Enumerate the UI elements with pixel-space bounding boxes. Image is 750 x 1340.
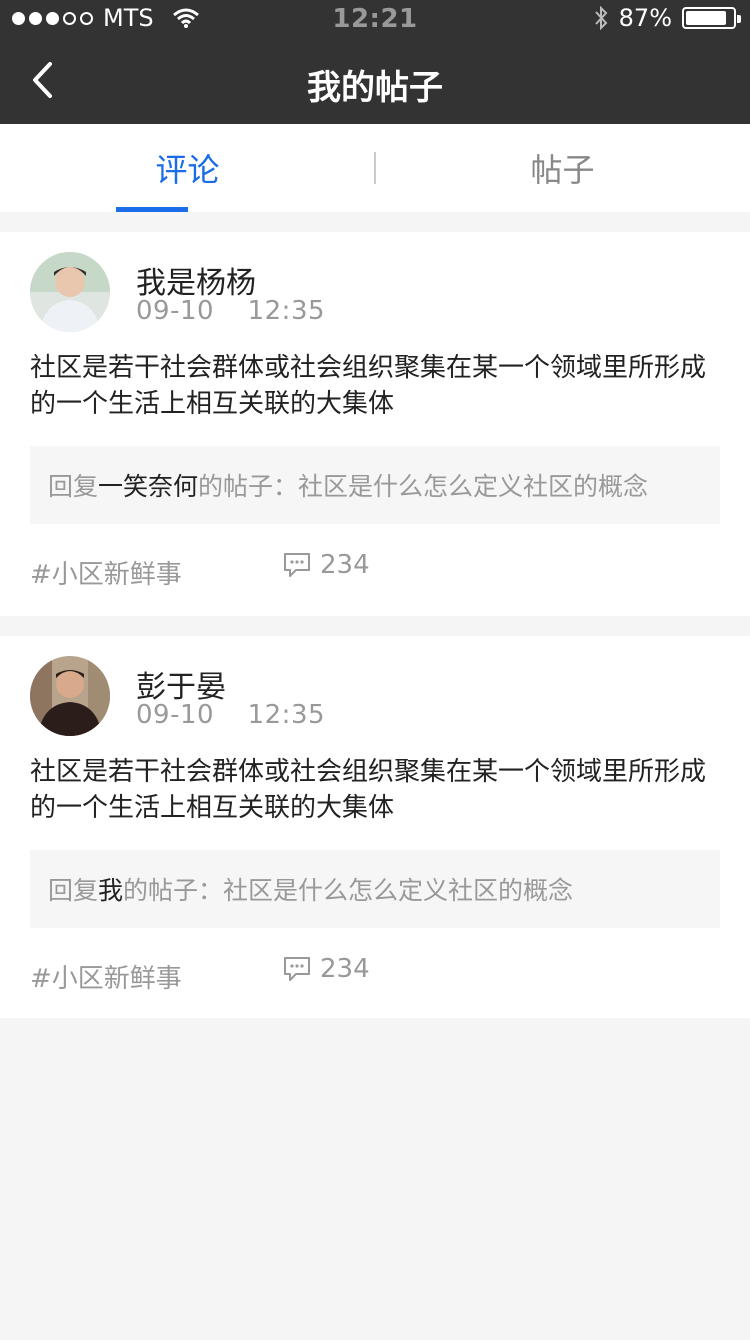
battery-fill [686, 11, 727, 25]
topic-tag[interactable]: #小区新鲜事 [30, 554, 182, 591]
status-bar: MTS 12:21 87% [0, 0, 750, 36]
avatar[interactable] [30, 656, 110, 736]
reply-user[interactable]: 一笑奈何 [98, 467, 198, 503]
tab-posts-label: 帖子 [530, 151, 595, 189]
post-time: 12:35 [247, 700, 326, 730]
post-footer: #小区新鲜事 234 [30, 954, 720, 994]
page-title: 我的帖子 [307, 68, 443, 108]
reply-suffix: 的帖子：社区是什么怎么定义社区的概念 [123, 876, 574, 905]
comment-count: 234 [320, 550, 370, 580]
reply-quote[interactable]: 回复我的帖子：社区是什么怎么定义社区的概念 [30, 850, 720, 928]
reply-prefix: 回复 [48, 472, 99, 501]
battery-icon [682, 7, 741, 29]
reply-quote[interactable]: 回复 一笑奈何 的帖子：社区是什么怎么定义社区的概念 [30, 446, 720, 524]
reply-prefix: 回复 [48, 876, 99, 905]
avatar[interactable] [30, 252, 110, 332]
post-card[interactable]: 我是杨杨 09-10 12:35 社区是若干社会群体或社会组织聚集在某一个领域里… [0, 232, 750, 616]
post-content: 社区是若干社会群体或社会组织聚集在某一个领域里所形成的一个生活上相互关联的大集体 [30, 757, 707, 823]
post-time: 12:35 [247, 296, 326, 326]
tab-posts[interactable]: 帖子 [375, 124, 750, 212]
reply-user[interactable]: 我 [98, 871, 123, 907]
tab-divider [374, 152, 376, 184]
tab-comments[interactable]: 评论 [0, 124, 375, 212]
post-content: 社区是若干社会群体或社会组织聚集在某一个领域里所形成的一个生活上相互关联的大集体 [30, 353, 707, 419]
reply-suffix: 的帖子：社区是什么怎么定义社区的概念 [198, 472, 649, 501]
top-bar: MTS 12:21 87% 我的帖子 [0, 0, 750, 124]
bluetooth-icon [594, 6, 608, 30]
comment-icon [284, 553, 310, 577]
comment-button[interactable]: 234 [282, 954, 370, 984]
post-timestamp: 09-10 12:35 [136, 700, 325, 730]
battery-percent: 87% [618, 4, 672, 32]
post-card[interactable]: 彭于晏 09-10 12:35 社区是若干社会群体或社会组织聚集在某一个领域里所… [0, 636, 750, 1018]
post-timestamp: 09-10 12:35 [136, 296, 325, 326]
tab-comments-label: 评论 [155, 151, 220, 189]
tab-active-indicator [115, 207, 188, 212]
post-date: 09-10 [136, 700, 215, 730]
comment-button[interactable]: 234 [282, 550, 370, 580]
comment-icon [284, 957, 310, 981]
status-right: 87% [593, 4, 741, 32]
comment-count: 234 [320, 954, 370, 984]
post-date: 09-10 [136, 296, 215, 326]
post-footer: #小区新鲜事 234 [30, 550, 720, 590]
topic-tag[interactable]: #小区新鲜事 [30, 958, 182, 995]
nav-bar: 我的帖子 [0, 36, 750, 124]
